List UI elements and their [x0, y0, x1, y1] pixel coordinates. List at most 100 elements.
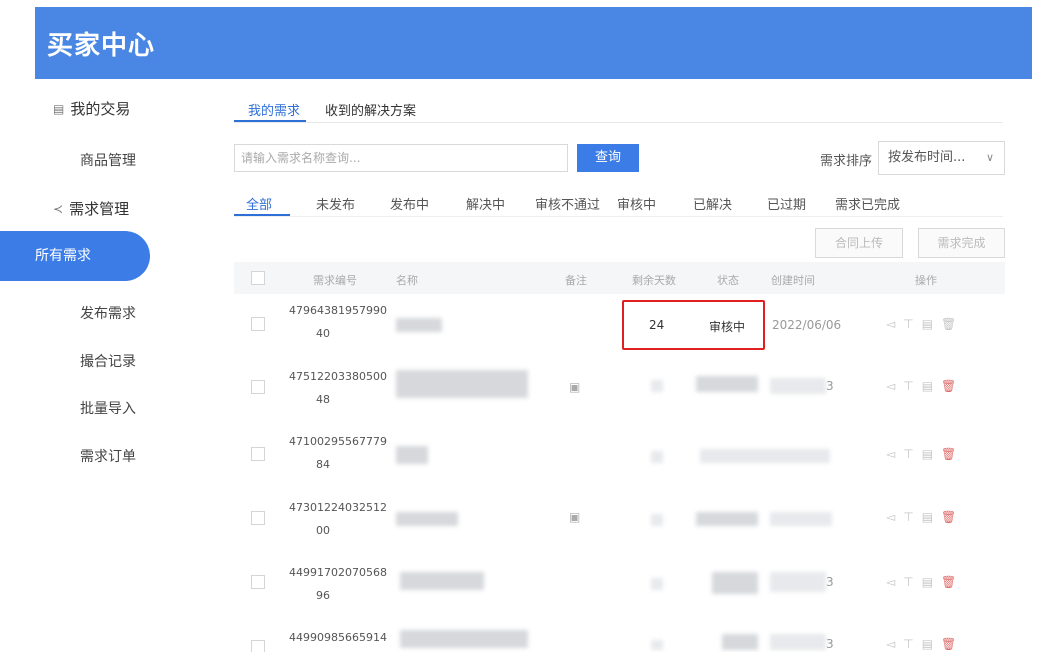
- row-id-line1: 47964381957990: [289, 304, 387, 317]
- pin-icon[interactable]: ⊤: [903, 379, 913, 393]
- row-created: 2022/06/06: [772, 318, 842, 332]
- sort-select[interactable]: 按发布时间... ∨: [878, 141, 1005, 175]
- row-id-line1: 47301224032512: [289, 501, 387, 514]
- doc-icon[interactable]: ▤: [922, 379, 933, 393]
- row-created-blurred: [770, 512, 832, 526]
- row-ops: ◅ ⊤ ▤ 🗑: [886, 510, 956, 524]
- row-checkbox[interactable]: [251, 380, 265, 394]
- th-note: 备注: [565, 274, 587, 287]
- th-days: 剩余天数: [632, 274, 676, 287]
- note-icon[interactable]: ▣: [569, 380, 580, 394]
- row-status-blurred: [696, 376, 758, 392]
- filter-publishing[interactable]: 发布中: [390, 194, 429, 213]
- row-status-blurred: [700, 449, 830, 463]
- doc-icon[interactable]: ▤: [922, 317, 933, 331]
- tab-my-demands[interactable]: 我的需求: [248, 100, 300, 119]
- row-id-line2: 96: [316, 589, 330, 602]
- doc-icon[interactable]: ▤: [922, 575, 933, 589]
- row-created-blurred: [770, 378, 826, 394]
- note-icon[interactable]: ▣: [569, 510, 580, 524]
- trash-icon[interactable]: 🗑: [941, 447, 956, 461]
- trash-icon[interactable]: 🗑: [941, 510, 956, 524]
- row-id-line2: 48: [316, 393, 330, 406]
- main-content: 我的需求 收到的解决方案 请输入需求名称查询... 查询 需求排序 按发布时间.…: [0, 0, 1061, 652]
- row-name-blurred: [400, 630, 528, 648]
- row-id-line1: 44990985665914: [289, 631, 387, 644]
- row-status-blurred: [722, 634, 758, 650]
- filter-reviewing[interactable]: 审核中: [617, 194, 656, 213]
- send-icon[interactable]: ◅: [886, 575, 895, 589]
- trash-icon[interactable]: 🗑: [941, 575, 956, 589]
- row-days-blurred: [651, 640, 663, 650]
- highlight-box: [622, 300, 765, 350]
- row-ops: ◅ ⊤ ▤ 🗑: [886, 637, 956, 651]
- trash-icon[interactable]: 🗑: [941, 317, 956, 331]
- th-name: 名称: [396, 274, 418, 287]
- filter-all[interactable]: 全部: [246, 194, 272, 213]
- send-icon[interactable]: ◅: [886, 510, 895, 524]
- th-created: 创建时间: [771, 274, 815, 287]
- th-id: 需求编号: [313, 274, 357, 287]
- row-created-blurred: [770, 634, 826, 650]
- row-days-blurred: [651, 451, 663, 463]
- doc-icon[interactable]: ▤: [922, 510, 933, 524]
- row-name-blurred: [396, 512, 458, 526]
- search-button[interactable]: 查询: [577, 144, 639, 172]
- row-id-line1: 44991702070568: [289, 566, 387, 579]
- filter-completed[interactable]: 需求已完成: [835, 194, 900, 213]
- doc-icon[interactable]: ▤: [922, 447, 933, 461]
- row-created-tail: 3: [826, 637, 834, 651]
- row-name-blurred: [396, 446, 428, 464]
- filter-resolving[interactable]: 解决中: [466, 194, 505, 213]
- chevron-down-icon: ∨: [985, 151, 994, 164]
- demand-complete-button[interactable]: 需求完成: [918, 228, 1005, 258]
- search-input[interactable]: 请输入需求名称查询...: [234, 144, 568, 172]
- row-ops: ◅ ⊤ ▤ 🗑: [886, 317, 956, 331]
- row-days-blurred: [651, 380, 663, 392]
- row-id-line2: 84: [316, 458, 330, 471]
- row-name-blurred: [396, 370, 528, 398]
- send-icon[interactable]: ◅: [886, 317, 895, 331]
- row-checkbox[interactable]: [251, 447, 265, 461]
- row-checkbox[interactable]: [251, 640, 265, 652]
- th-status: 状态: [717, 274, 739, 287]
- sort-value: 按发布时间...: [888, 150, 966, 165]
- send-icon[interactable]: ◅: [886, 447, 895, 461]
- filter-unpublished[interactable]: 未发布: [316, 194, 355, 213]
- filter-expired[interactable]: 已过期: [767, 194, 806, 213]
- row-id-line1: 47512203380500: [289, 370, 387, 383]
- row-status-blurred: [696, 512, 758, 526]
- filter-resolved[interactable]: 已解决: [693, 194, 732, 213]
- tab-divider: [234, 122, 1003, 123]
- row-created-tail: 3: [826, 379, 834, 393]
- row-id-line1: 47100295567779: [289, 435, 387, 448]
- doc-icon[interactable]: ▤: [922, 637, 933, 651]
- contract-upload-button[interactable]: 合同上传: [815, 228, 903, 258]
- row-name-blurred: [396, 318, 442, 332]
- select-all-checkbox[interactable]: [251, 271, 265, 285]
- row-ops: ◅ ⊤ ▤ 🗑: [886, 379, 956, 393]
- row-status-blurred: [712, 572, 758, 594]
- row-checkbox[interactable]: [251, 511, 265, 525]
- row-created-tail: 3: [826, 575, 834, 589]
- filter-rejected[interactable]: 审核不通过: [535, 194, 600, 213]
- send-icon[interactable]: ◅: [886, 379, 895, 393]
- pin-icon[interactable]: ⊤: [903, 447, 913, 461]
- row-days-blurred: [651, 514, 663, 526]
- row-id-line2: 00: [316, 524, 330, 537]
- pin-icon[interactable]: ⊤: [903, 637, 913, 651]
- row-checkbox[interactable]: [251, 575, 265, 589]
- row-name-blurred: [400, 572, 484, 590]
- pin-icon[interactable]: ⊤: [903, 575, 913, 589]
- pin-icon[interactable]: ⊤: [903, 317, 913, 331]
- row-checkbox[interactable]: [251, 317, 265, 331]
- trash-icon[interactable]: 🗑: [941, 637, 956, 651]
- row-id-line2: 40: [316, 327, 330, 340]
- filter-divider: [234, 216, 1003, 217]
- row-days-blurred: [651, 578, 663, 590]
- tab-received-solutions[interactable]: 收到的解决方案: [325, 100, 416, 119]
- send-icon[interactable]: ◅: [886, 637, 895, 651]
- pin-icon[interactable]: ⊤: [903, 510, 913, 524]
- trash-icon[interactable]: 🗑: [941, 379, 956, 393]
- th-ops: 操作: [915, 274, 937, 287]
